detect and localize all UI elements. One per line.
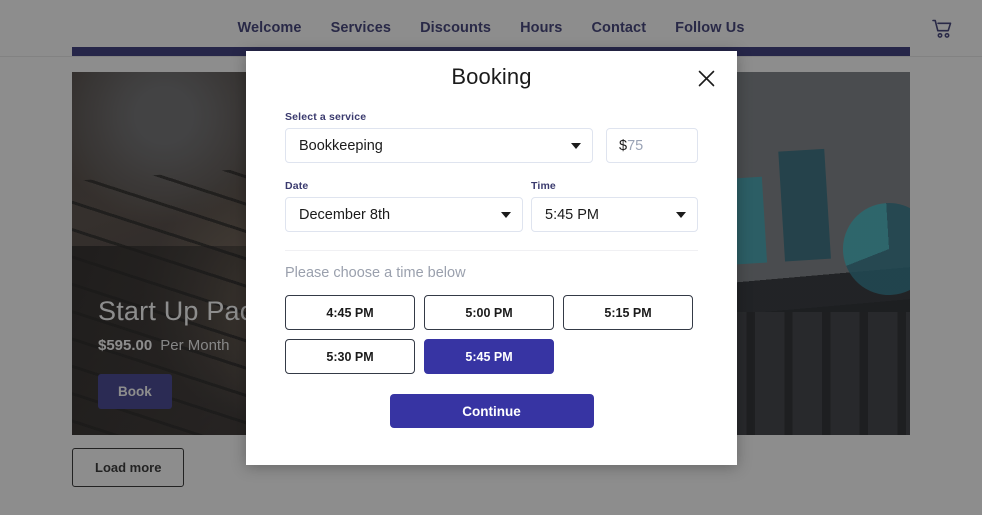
- choose-time-text: Please choose a time below: [285, 265, 466, 281]
- page-root: Welcome Services Discounts Hours Contact…: [0, 0, 982, 515]
- time-slot[interactable]: 5:00 PM: [424, 295, 554, 330]
- continue-button[interactable]: Continue: [389, 394, 594, 428]
- date-select-value: December 8th: [299, 206, 391, 223]
- time-label: Time: [531, 180, 556, 192]
- booking-modal: Booking Select a service Bookkeeping $ 7…: [246, 51, 737, 465]
- divider: [285, 250, 698, 251]
- time-select[interactable]: 5:45 PM: [531, 197, 698, 232]
- service-field-group: Select a service Bookkeeping $ 75: [285, 111, 698, 163]
- time-slot-selected[interactable]: 5:45 PM: [424, 339, 554, 374]
- modal-header: Booking: [246, 51, 737, 103]
- price-input[interactable]: $ 75: [606, 128, 698, 163]
- date-time-row: Date December 8th Time 5:45 PM: [285, 180, 698, 232]
- time-slot[interactable]: 5:15 PM: [563, 295, 693, 330]
- service-label: Select a service: [285, 111, 367, 123]
- close-icon: [698, 70, 714, 86]
- price-value: 75: [627, 137, 644, 154]
- date-field-group: Date December 8th: [285, 180, 523, 232]
- service-select[interactable]: Bookkeeping: [285, 128, 593, 163]
- date-select[interactable]: December 8th: [285, 197, 523, 232]
- modal-body: Select a service Bookkeeping $ 75 Date D…: [246, 103, 737, 428]
- continue-row: Continue: [285, 394, 698, 428]
- price-currency-symbol: $: [619, 137, 628, 154]
- chevron-down-icon: [501, 211, 511, 218]
- time-slot[interactable]: 5:30 PM: [285, 339, 415, 374]
- time-select-value: 5:45 PM: [545, 206, 599, 223]
- modal-title: Booking: [451, 64, 532, 89]
- service-row: Bookkeeping $ 75: [285, 128, 698, 163]
- time-slot[interactable]: 4:45 PM: [285, 295, 415, 330]
- time-slot-list: 4:45 PM 5:00 PM 5:15 PM 5:30 PM 5:45 PM: [285, 295, 698, 374]
- service-select-value: Bookkeeping: [299, 137, 383, 154]
- close-button[interactable]: [693, 65, 719, 91]
- time-field-group: Time 5:45 PM: [531, 180, 698, 232]
- date-label: Date: [285, 180, 309, 192]
- chevron-down-icon: [571, 142, 581, 149]
- chevron-down-icon: [676, 211, 686, 218]
